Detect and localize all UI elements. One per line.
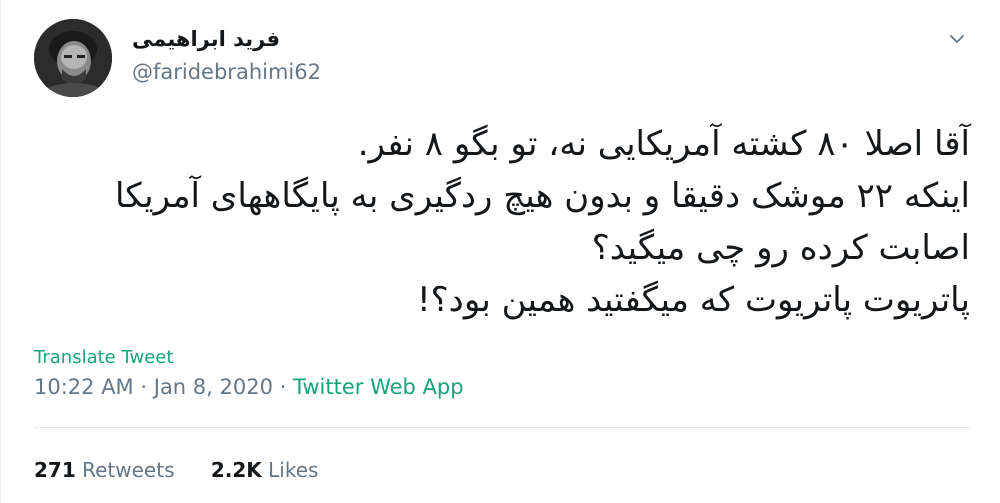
tweet-line: آقا اصلا ۸۰ کشته آمریکایی نه، تو بگو ۸ ن… xyxy=(357,124,970,164)
meta-separator: · xyxy=(279,375,287,399)
chevron-down-icon[interactable] xyxy=(944,26,970,52)
tweet-stats: 271 Retweets 2.2K Likes xyxy=(34,458,348,482)
retweets-count: 271 xyxy=(34,458,76,482)
tweet-line: اینکه ۲۲ موشک دقیقا و بدون هیچ ردگیری به… xyxy=(114,176,970,216)
tweet-line: اصابت کرده رو چی میگید؟ xyxy=(591,228,970,268)
avatar[interactable] xyxy=(34,19,112,97)
retweets-stat[interactable]: 271 Retweets xyxy=(34,458,174,482)
likes-count: 2.2K xyxy=(210,458,262,482)
meta-separator: · xyxy=(140,375,148,399)
source-link[interactable]: Twitter Web App xyxy=(293,375,464,399)
tweet-line: پاتریوت پاتریوت که میگفتید همین بود؟! xyxy=(417,280,970,320)
translate-tweet-link[interactable]: Translate Tweet xyxy=(34,347,173,368)
tweet-date[interactable]: Jan 8, 2020 xyxy=(154,375,273,399)
divider xyxy=(34,427,970,428)
tweet-meta: 10:22 AM · Jan 8, 2020 · Twitter Web App xyxy=(34,375,464,399)
tweet-card: فرید ابراهیمی @faridebrahimi62 آقا اصلا … xyxy=(0,0,1000,503)
likes-stat[interactable]: 2.2K Likes xyxy=(211,458,319,482)
tweet-time[interactable]: 10:22 AM xyxy=(34,375,134,399)
retweets-label: Retweets xyxy=(82,458,175,482)
display-name[interactable]: فرید ابراهیمی xyxy=(132,27,280,51)
tweet-text: آقا اصلا ۸۰ کشته آمریکایی نه، تو بگو ۸ ن… xyxy=(41,118,970,326)
likes-label: Likes xyxy=(268,458,319,482)
username[interactable]: @faridebrahimi62 xyxy=(132,60,321,84)
